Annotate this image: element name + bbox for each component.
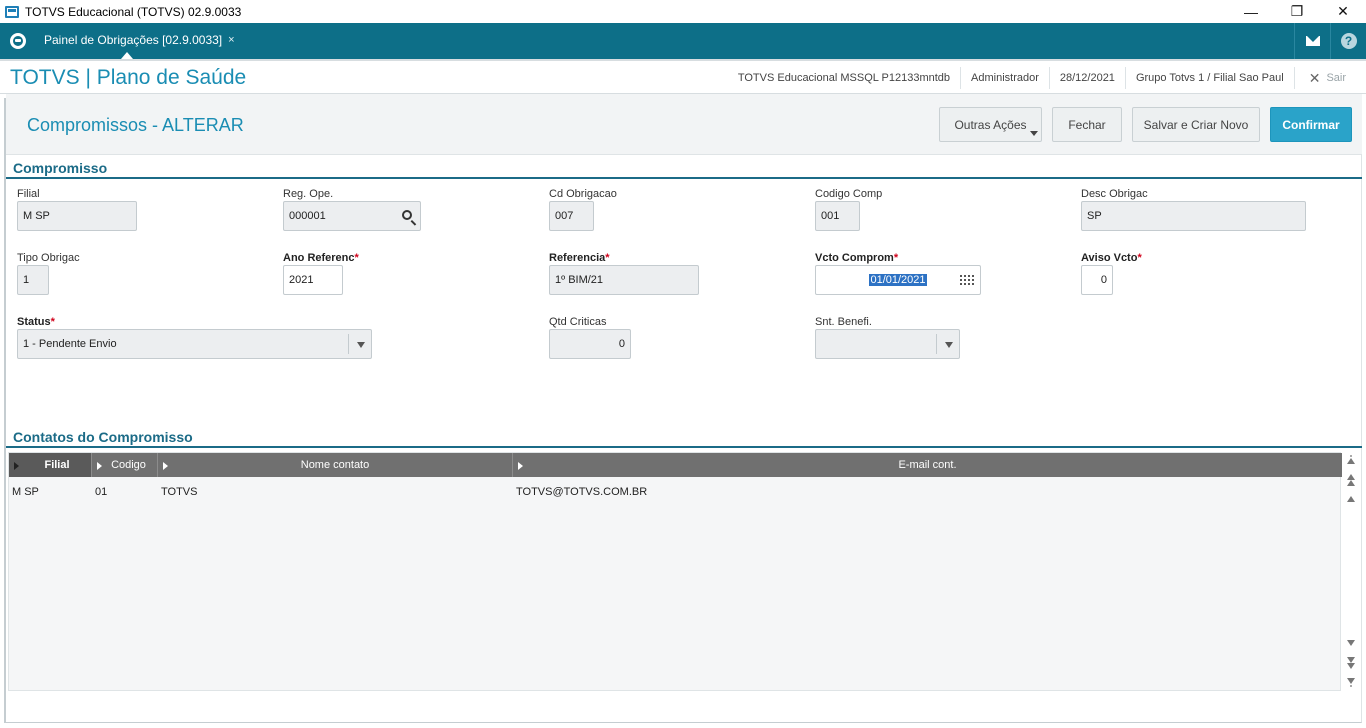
chevron-down-icon: [357, 342, 365, 348]
codigo-comp-label: Codigo Comp: [815, 188, 883, 200]
scroll-up-icon[interactable]: [1347, 496, 1355, 502]
user-info: Administrador: [960, 66, 1049, 89]
tab-bar: Painel de Obrigações [02.9.0033] × ?: [0, 23, 1366, 59]
minimize-button[interactable]: —: [1228, 0, 1274, 23]
session-info: TOTVS Educacional MSSQL P12133mntdb Admi…: [728, 61, 1366, 94]
page-header: Compromissos - ALTERAR Outras Ações Fech…: [6, 94, 1362, 155]
help-button[interactable]: ?: [1330, 23, 1366, 59]
close-window-button[interactable]: ✕: [1320, 0, 1366, 23]
scroll-top-icon[interactable]: [1347, 458, 1355, 464]
page-title: Compromissos - ALTERAR: [27, 115, 244, 135]
column-marker-icon: [97, 462, 102, 470]
date-info: 28/12/2021: [1048, 66, 1125, 89]
chevron-down-icon: [945, 342, 953, 348]
mail-icon: [1305, 36, 1320, 46]
grid-scrollbar[interactable]: [1343, 452, 1361, 691]
status-label: Status*: [17, 316, 55, 328]
column-header-codigo[interactable]: Codigo: [92, 453, 158, 477]
cell-filial: M SP: [12, 486, 39, 498]
exit-label: Sair: [1326, 71, 1346, 84]
snt-benefi-select[interactable]: [815, 329, 960, 359]
cell-codigo: 01: [95, 486, 108, 498]
more-actions-label: Outras Ações: [954, 117, 1027, 132]
reg-ope-label: Reg. Ope.: [283, 188, 334, 200]
desc-obrigac-field[interactable]: SP: [1081, 201, 1306, 231]
ano-referenc-label: Ano Referenc*: [283, 252, 359, 264]
status-select[interactable]: 1 - Pendente Envio: [17, 329, 372, 359]
window-title: TOTVS Educacional (TOTVS) 02.9.0033: [25, 4, 242, 19]
tipo-obrigac-label: Tipo Obrigac: [17, 252, 80, 264]
reg-ope-value: 000001: [289, 210, 326, 222]
scroll-bottom-icon[interactable]: [1347, 678, 1355, 684]
scroll-down-icon[interactable]: [1347, 640, 1355, 646]
chevron-down-icon: [1030, 131, 1038, 136]
window-titlebar: TOTVS Educacional (TOTVS) 02.9.0033 — ❐ …: [0, 0, 1366, 23]
aviso-vcto-field[interactable]: 0: [1081, 265, 1113, 295]
ano-referenc-field[interactable]: 2021: [283, 265, 343, 295]
window-controls: — ❐ ✕: [1228, 0, 1366, 23]
tab-close-icon[interactable]: ×: [228, 34, 234, 46]
tipo-obrigac-field[interactable]: 1: [17, 265, 49, 295]
filial-field[interactable]: M SP: [17, 201, 137, 231]
desc-obrigac-label: Desc Obrigac: [1081, 188, 1148, 200]
column-header-email[interactable]: E-mail cont.: [513, 453, 1342, 477]
column-header-filial[interactable]: Filial: [9, 453, 92, 477]
snt-benefi-label: Snt. Benefi.: [815, 316, 872, 328]
tab-painel-obrigacoes[interactable]: Painel de Obrigações [02.9.0033] ×: [36, 23, 243, 59]
filial-label: Filial: [17, 188, 40, 200]
cd-obrigacao-label: Cd Obrigacao: [549, 188, 617, 200]
messages-button[interactable]: [1294, 23, 1330, 59]
exit-icon: ✕: [1308, 69, 1321, 86]
environment-info: TOTVS Educacional MSSQL P12133mntdb: [737, 71, 951, 84]
tab-label: Painel de Obrigações [02.9.0033]: [44, 32, 223, 47]
section-title-contatos: Contatos do Compromisso: [13, 429, 193, 445]
column-marker-icon: [163, 462, 168, 470]
column-marker-icon: [518, 462, 523, 470]
app-header: TOTVS | Plano de Saúde TOTVS Educacional…: [0, 59, 1366, 94]
app-icon: [5, 5, 19, 18]
section-divider: [6, 446, 1362, 448]
search-icon[interactable]: [402, 210, 412, 220]
active-tab-indicator: [121, 52, 133, 59]
branch-info[interactable]: Grupo Totvs 1 / Filial Sao Paul: [1124, 66, 1294, 89]
totvs-logo-icon: [10, 33, 26, 49]
more-actions-button[interactable]: Outras Ações: [939, 107, 1042, 142]
app-brand: TOTVS | Plano de Saúde: [10, 66, 247, 89]
qtd-criticas-label: Qtd Criticas: [549, 316, 607, 328]
column-header-nome[interactable]: Nome contato: [158, 453, 513, 477]
calendar-icon[interactable]: [960, 275, 974, 286]
section-title-compromisso: Compromisso: [13, 160, 108, 176]
section-divider: [6, 177, 1362, 179]
close-button[interactable]: Fechar: [1052, 107, 1122, 142]
save-and-new-button[interactable]: Salvar e Criar Novo: [1132, 107, 1260, 142]
vcto-comprom-field[interactable]: 01/01/2021: [815, 265, 981, 295]
contacts-grid: Filial Codigo Nome contato E-mail cont. …: [8, 452, 1342, 691]
referencia-label: Referencia*: [549, 252, 610, 264]
exit-button[interactable]: ✕ Sair: [1293, 66, 1366, 89]
codigo-comp-field[interactable]: 001: [815, 201, 860, 231]
cd-obrigacao-field[interactable]: 007: [549, 201, 594, 231]
column-marker-icon: [14, 462, 19, 470]
qtd-criticas-field[interactable]: 0: [549, 329, 631, 359]
vcto-comprom-label: Vcto Comprom*: [815, 252, 899, 264]
table-row[interactable]: M SP 01 TOTVS TOTVS@TOTVS.COM.BR: [9, 477, 1342, 507]
vcto-comprom-value: 01/01/2021: [869, 274, 927, 286]
home-button[interactable]: [8, 31, 28, 51]
maximize-button[interactable]: ❐: [1274, 0, 1320, 23]
reg-ope-field[interactable]: 000001: [283, 201, 421, 231]
grid-header: Filial Codigo Nome contato E-mail cont.: [9, 453, 1342, 477]
confirm-button[interactable]: Confirmar: [1270, 107, 1352, 142]
status-value: 1 - Pendente Envio: [23, 338, 117, 350]
help-icon: ?: [1340, 33, 1357, 49]
aviso-vcto-label: Aviso Vcto*: [1081, 252, 1142, 264]
referencia-field[interactable]: 1º BIM/21: [549, 265, 699, 295]
cell-nome: TOTVS: [161, 486, 198, 498]
cell-email: TOTVS@TOTVS.COM.BR: [516, 486, 648, 498]
